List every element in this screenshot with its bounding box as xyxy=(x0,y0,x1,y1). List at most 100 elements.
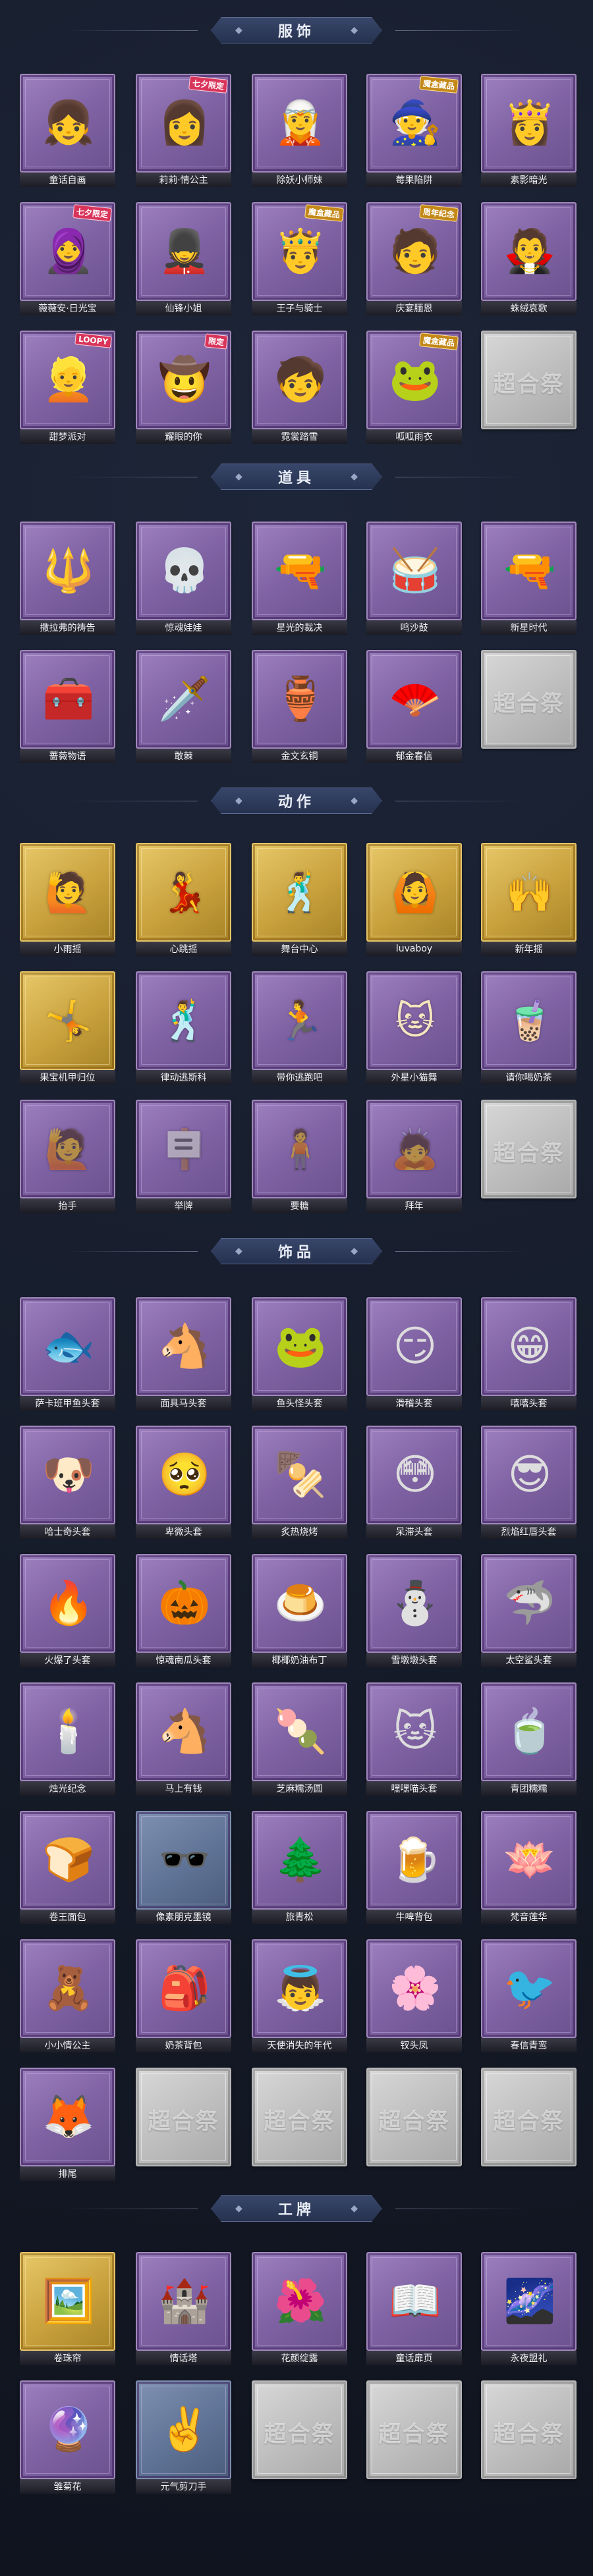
item-card[interactable]: 💂 仙锋小姐 xyxy=(136,202,231,315)
item-card[interactable]: 😁 嘻嘻头套 xyxy=(481,1297,577,1410)
item-card[interactable]: 🧋 请你喝奶茶 xyxy=(481,971,577,1085)
item-card[interactable]: 🍡 芝麻糯汤圆 xyxy=(252,1682,347,1796)
item-card[interactable]: 🙋 抬手 xyxy=(20,1100,115,1213)
item-glyph: 🐴 xyxy=(158,1707,211,1756)
item-frame: 🕺 xyxy=(136,971,231,1070)
item-card[interactable]: 🐸 魔盒藏品 呱呱雨衣 xyxy=(366,331,462,444)
locked-item-card[interactable]: 超合祭 xyxy=(481,2068,577,2181)
item-card[interactable]: 🐦 春信青鸾 xyxy=(481,1939,577,2053)
item-card[interactable]: 🪧 举牌 xyxy=(136,1100,231,1213)
item-card[interactable]: 🏃 带你逃跑吧 xyxy=(252,971,347,1085)
locked-item-card[interactable]: 超合祭 xyxy=(252,2380,347,2494)
item-glyph: 🍢 xyxy=(274,1451,327,1499)
item-card[interactable]: 🐴 马上有钱 xyxy=(136,1682,231,1796)
item-card[interactable]: ⛄ 雪墩墩头套 xyxy=(366,1554,462,1667)
item-card[interactable]: 😳 呆滞头套 xyxy=(366,1426,462,1539)
item-card[interactable]: 🕺 舞台中心 xyxy=(252,843,347,956)
item-card[interactable]: 🧑 周年纪念 庆宴腼恩 xyxy=(366,202,462,315)
locked-item-card[interactable]: 超合祭 xyxy=(366,2068,462,2181)
item-card[interactable]: 🍺 牛啤背包 xyxy=(366,1811,462,1924)
item-card[interactable]: 😎 烈焰红唇头套 xyxy=(481,1426,577,1539)
item-card[interactable]: 🧍 要糖 xyxy=(252,1100,347,1213)
item-card[interactable]: 🐴 面具马头套 xyxy=(136,1297,231,1410)
item-card[interactable]: 👩 七夕限定 莉莉·情公主 xyxy=(136,74,231,187)
item-frame: 🙋 xyxy=(20,843,115,942)
item-frame: 😎 xyxy=(481,1426,577,1524)
item-card[interactable]: 🍵 青团糯糯 xyxy=(481,1682,577,1796)
item-card[interactable]: 👱 LOOPY 甜梦派对 xyxy=(20,331,115,444)
item-image-icon: 🧛 xyxy=(497,215,563,288)
item-card[interactable]: 🍮 椰椰奶油布丁 xyxy=(252,1554,347,1667)
item-card[interactable]: 🏺 金文玄铜 xyxy=(252,650,347,763)
item-card[interactable]: 🖼️ 卷珠帘 xyxy=(20,2252,115,2365)
item-card[interactable]: 🐱 外星小猫舞 xyxy=(366,971,462,1085)
item-card[interactable]: 🌲 旅青松 xyxy=(252,1811,347,1924)
item-card[interactable]: 🗡️ 敢棘 xyxy=(136,650,231,763)
locked-item-card[interactable]: 超合祭 xyxy=(136,2068,231,2181)
section-banner: ◆ 饰品 ◆ xyxy=(211,1238,382,1264)
item-card[interactable]: 🧙 魔盒藏品 莓果陷阱 xyxy=(366,74,462,187)
item-card[interactable]: 🙌 新年摇 xyxy=(481,843,577,956)
item-card[interactable]: 🪭 郁金春信 xyxy=(366,650,462,763)
item-card[interactable]: 🧰 蔷薇物语 xyxy=(20,650,115,763)
item-card[interactable]: 🤴 魔盒藏品 王子与骑士 xyxy=(252,202,347,315)
item-card[interactable]: 🔱 撒拉弗的祷告 xyxy=(20,522,115,635)
item-card[interactable]: 👼 天使消失的年代 xyxy=(252,1939,347,2053)
item-card[interactable]: 🐶 哈士奇头套 xyxy=(20,1426,115,1539)
item-image-icon: 🎒 xyxy=(152,1952,217,2025)
item-card[interactable]: 💀 惊魂娃娃 xyxy=(136,522,231,635)
item-card[interactable]: 🌸 钗头凤 xyxy=(366,1939,462,2053)
item-card[interactable]: 🤸 果宝机甲归位 xyxy=(20,971,115,1085)
item-card[interactable]: 😏 滑稽头套 xyxy=(366,1297,462,1410)
item-image-icon: 😎 xyxy=(497,1439,563,1511)
item-card[interactable]: ✌️ 元气剪刀手 xyxy=(136,2380,231,2494)
item-card[interactable]: 🦈 太空鲨头套 xyxy=(481,1554,577,1667)
item-card[interactable]: 🐟 萨卡班甲鱼头套 xyxy=(20,1297,115,1410)
item-card[interactable]: 🐱 嘿嘿喵头套 xyxy=(366,1682,462,1796)
item-card[interactable]: 🧒 霓裳踏雪 xyxy=(252,331,347,444)
item-card[interactable]: 🤠 限定 耀眼的你 xyxy=(136,331,231,444)
item-card[interactable]: 🕶️ 像素朋克墨镜 xyxy=(136,1811,231,1924)
locked-item-card[interactable]: 超合祭 xyxy=(481,331,577,444)
item-card[interactable]: 🌺 花颜绽露 xyxy=(252,2252,347,2365)
item-card[interactable]: 🕯️ 烛光纪念 xyxy=(20,1682,115,1796)
item-card[interactable]: 🧕 七夕限定 薇薇安·日光宝 xyxy=(20,202,115,315)
locked-item-card[interactable]: 超合祭 xyxy=(252,2068,347,2181)
item-card[interactable]: 🧝 除妖小师妹 xyxy=(252,74,347,187)
item-glyph: 🎒 xyxy=(158,1964,211,2013)
item-card[interactable]: 👸 素影暗光 xyxy=(481,74,577,187)
item-card[interactable]: 🦊 排尾 xyxy=(20,2068,115,2181)
item-card[interactable]: 🐸 鱼头怪头套 xyxy=(252,1297,347,1410)
locked-item-card[interactable]: 超合祭 xyxy=(481,650,577,763)
locked-item-card[interactable]: 超合祭 xyxy=(481,2380,577,2494)
item-card[interactable]: 🥺 卑微头套 xyxy=(136,1426,231,1539)
item-image-icon: 🏺 xyxy=(268,663,333,736)
item-card[interactable]: 🕺 律动逃斯科 xyxy=(136,971,231,1085)
item-name: 童话自画 xyxy=(20,173,115,187)
item-frame: 🔥 xyxy=(20,1554,115,1653)
item-card[interactable]: 👧 童话自画 xyxy=(20,74,115,187)
item-card[interactable]: 🎃 惊魂南瓜头套 xyxy=(136,1554,231,1667)
item-card[interactable]: 🔫 星光的裁决 xyxy=(252,522,347,635)
item-card[interactable]: 🪷 梵音莲华 xyxy=(481,1811,577,1924)
item-card[interactable]: 🍞 卷王面包 xyxy=(20,1811,115,1924)
placeholder-watermark: 超合祭 xyxy=(493,691,565,717)
item-card[interactable]: 🙋 小雨摇 xyxy=(20,843,115,956)
item-card[interactable]: 💃 心跳摇 xyxy=(136,843,231,956)
locked-item-card[interactable]: 超合祭 xyxy=(366,2380,462,2494)
item-card[interactable]: 🙆 luvaboy xyxy=(366,843,462,956)
item-card[interactable]: 🧛 蛛绒哀歌 xyxy=(481,202,577,315)
item-card[interactable]: 🙇 拜年 xyxy=(366,1100,462,1213)
item-name: 芝麻糯汤圆 xyxy=(252,1781,347,1796)
item-card[interactable]: 🌌 永夜盟礼 xyxy=(481,2252,577,2365)
item-card[interactable]: 🔫 新星时代 xyxy=(481,522,577,635)
item-card[interactable]: 🔮 雏菊花 xyxy=(20,2380,115,2494)
item-card[interactable]: 🧸 小小情公主 xyxy=(20,1939,115,2053)
item-card[interactable]: 🎒 奶茶背包 xyxy=(136,1939,231,2053)
item-card[interactable]: 🥁 鸣沙鼓 xyxy=(366,522,462,635)
locked-item-card[interactable]: 超合祭 xyxy=(481,1100,577,1213)
item-card[interactable]: 🏰 情话塔 xyxy=(136,2252,231,2365)
item-card[interactable]: 📖 童话扉页 xyxy=(366,2252,462,2365)
item-card[interactable]: 🍢 炙热烧烤 xyxy=(252,1426,347,1539)
item-card[interactable]: 🔥 火爆了头套 xyxy=(20,1554,115,1667)
